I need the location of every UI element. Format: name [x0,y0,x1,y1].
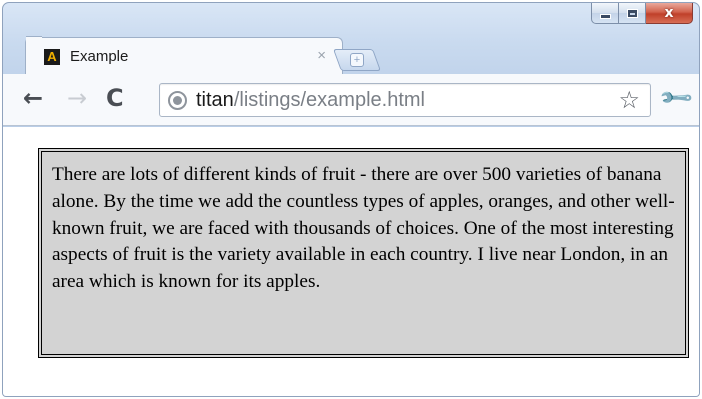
favicon-glyph: A [47,49,57,64]
url-text[interactable]: titan/listings/example.html [196,89,425,111]
close-icon: x [664,5,674,21]
address-bar[interactable]: titan/listings/example.html ☆ [159,83,651,117]
url-path: /listings/example.html [233,89,425,111]
toolbar: ← → C titan/listings/example.html ☆ 🔧 [3,74,699,126]
wrench-icon[interactable]: 🔧 [658,80,695,117]
fruit-paragraph: There are lots of different kinds of fru… [52,164,675,293]
window-close-button[interactable]: x [646,3,693,24]
forward-arrow-icon[interactable]: → [67,86,87,110]
tab-title: Example [70,48,129,65]
new-tab-button[interactable]: + [332,49,382,71]
page-viewport: There are lots of different kinds of fru… [3,127,699,396]
tab-close-icon[interactable]: × [317,47,326,64]
maximize-button[interactable] [619,3,646,24]
url-host: titan [196,89,234,111]
new-tab-icon: + [350,53,364,67]
fruit-paragraph-box: There are lots of different kinds of fru… [38,148,689,358]
window-controls: x [591,3,693,25]
maximize-icon [626,8,638,18]
minimize-button[interactable] [591,3,619,24]
minimize-icon [599,13,611,19]
star-icon[interactable]: ☆ [618,87,640,113]
browser-window: x A Example × + ← → C titan/listings/exa… [2,2,700,397]
favicon-icon: A [44,49,60,65]
reload-icon[interactable]: C [106,86,124,110]
back-arrow-icon[interactable]: ← [23,86,43,110]
globe-icon [168,91,187,110]
tab-example[interactable]: A Example × [25,37,343,75]
